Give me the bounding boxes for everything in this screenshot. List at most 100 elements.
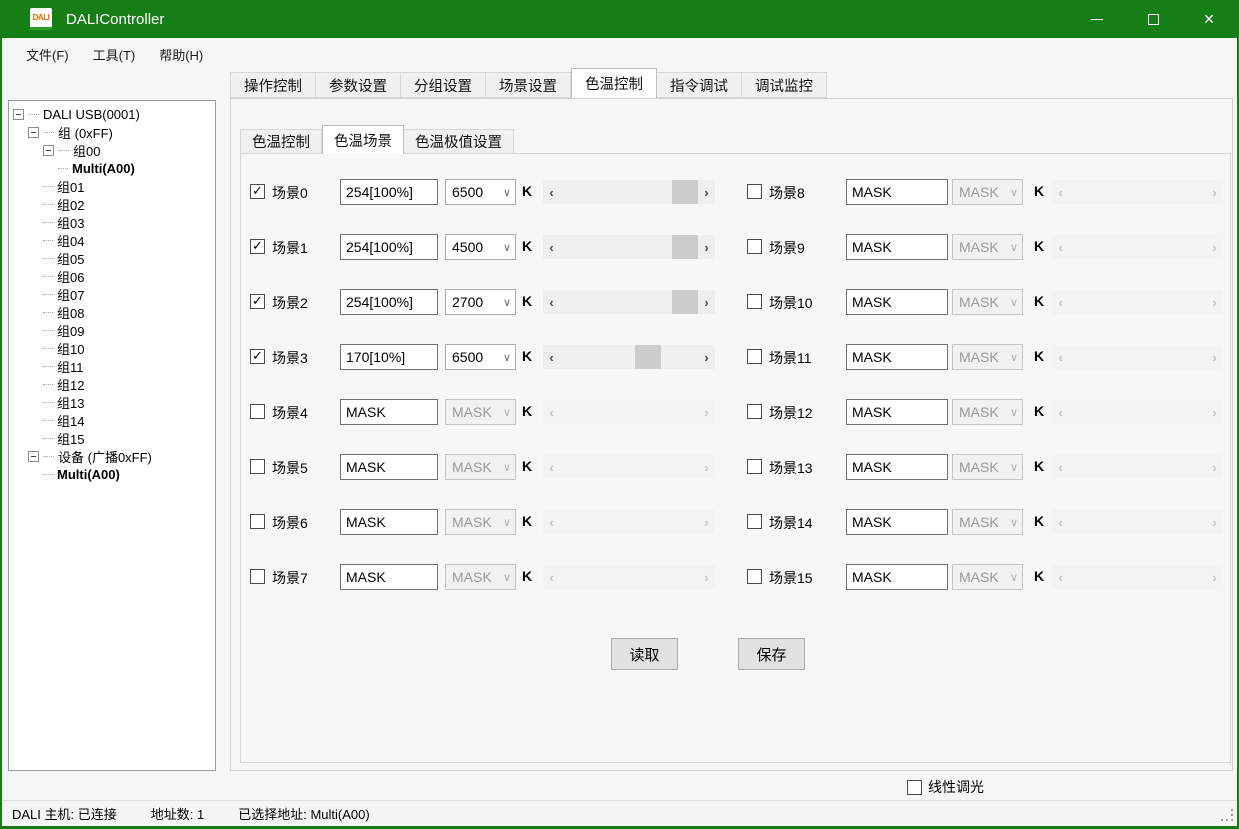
scene-scrollbar[interactable]: ‹ › — [1052, 235, 1223, 259]
read-button[interactable]: 读取 — [611, 638, 678, 670]
save-button[interactable]: 保存 — [738, 638, 805, 670]
scroll-left-icon[interactable]: ‹ — [543, 290, 560, 314]
scene-temp-select[interactable]: 6500 ∨ — [445, 344, 516, 370]
collapse-icon[interactable] — [13, 109, 24, 120]
scene-temp-select[interactable]: MASK ∨ — [952, 234, 1023, 260]
scroll-right-icon[interactable]: › — [1206, 565, 1223, 589]
scroll-left-icon[interactable]: ‹ — [543, 565, 560, 589]
tab-7[interactable]: 调试监控 — [742, 72, 827, 98]
subtab-3[interactable]: 色温极值设置 — [404, 129, 514, 154]
scroll-right-icon[interactable]: › — [698, 235, 715, 259]
scene-temp-select[interactable]: MASK ∨ — [952, 344, 1023, 370]
scene-value-input[interactable] — [340, 289, 438, 315]
scene-temp-select[interactable]: MASK ∨ — [952, 564, 1023, 590]
scene-checkbox[interactable]: ✓ — [747, 349, 762, 364]
scene-temp-select[interactable]: MASK ∨ — [445, 509, 516, 535]
scrollbar-thumb[interactable] — [672, 235, 698, 259]
tree-node[interactable]: 组01 — [9, 177, 215, 195]
scene-scrollbar[interactable]: ‹ › — [1052, 400, 1223, 424]
scene-scrollbar[interactable]: ‹ › — [1052, 565, 1223, 589]
scene-value-input[interactable] — [340, 179, 438, 205]
resize-grip-icon[interactable] — [1221, 809, 1233, 821]
scene-checkbox[interactable]: ✓ — [747, 569, 762, 584]
scroll-right-icon[interactable]: › — [1206, 345, 1223, 369]
scene-temp-select[interactable]: MASK ∨ — [952, 454, 1023, 480]
scroll-left-icon[interactable]: ‹ — [1052, 510, 1069, 534]
tree-node[interactable]: 组08 — [9, 303, 215, 321]
scene-scrollbar[interactable]: ‹ › — [1052, 455, 1223, 479]
scene-checkbox[interactable]: ✓ — [747, 184, 762, 199]
scene-temp-select[interactable]: MASK ∨ — [952, 399, 1023, 425]
tree-node[interactable]: DALI USB(0001) — [9, 105, 215, 123]
scene-value-input[interactable] — [846, 179, 948, 205]
scroll-right-icon[interactable]: › — [698, 345, 715, 369]
scene-scrollbar[interactable]: ‹ › — [543, 235, 715, 259]
scene-scrollbar[interactable]: ‹ › — [1052, 345, 1223, 369]
collapse-icon[interactable] — [28, 451, 39, 462]
scene-value-input[interactable] — [340, 399, 438, 425]
scroll-right-icon[interactable]: › — [698, 180, 715, 204]
scroll-left-icon[interactable]: ‹ — [1052, 345, 1069, 369]
scroll-left-icon[interactable]: ‹ — [543, 345, 560, 369]
scene-checkbox[interactable]: ✓ — [747, 294, 762, 309]
tree-node[interactable]: Multi(A00) — [9, 159, 215, 177]
linear-dimming-option[interactable]: 线性调光 — [907, 777, 984, 797]
tree-node[interactable]: Multi(A00) — [9, 465, 215, 483]
scroll-right-icon[interactable]: › — [1206, 400, 1223, 424]
menu-item[interactable]: 工具(T) — [81, 41, 148, 68]
scroll-left-icon[interactable]: ‹ — [543, 455, 560, 479]
scene-checkbox[interactable]: ✓ — [250, 239, 265, 254]
tab-5[interactable]: 色温控制 — [571, 68, 657, 98]
tab-3[interactable]: 分组设置 — [401, 72, 486, 98]
scene-value-input[interactable] — [846, 454, 948, 480]
scroll-left-icon[interactable]: ‹ — [1052, 235, 1069, 259]
scene-scrollbar[interactable]: ‹ › — [543, 290, 715, 314]
tree-node[interactable]: 组09 — [9, 321, 215, 339]
scene-value-input[interactable] — [846, 234, 948, 260]
scene-value-input[interactable] — [340, 344, 438, 370]
scene-value-input[interactable] — [340, 454, 438, 480]
scene-scrollbar[interactable]: ‹ › — [1052, 510, 1223, 534]
scene-scrollbar[interactable]: ‹ › — [1052, 180, 1223, 204]
scene-scrollbar[interactable]: ‹ › — [543, 510, 715, 534]
tree-node[interactable]: 组13 — [9, 393, 215, 411]
scroll-right-icon[interactable]: › — [1206, 235, 1223, 259]
scroll-left-icon[interactable]: ‹ — [543, 235, 560, 259]
tree-node[interactable]: 组12 — [9, 375, 215, 393]
scroll-left-icon[interactable]: ‹ — [1052, 565, 1069, 589]
tab-6[interactable]: 指令调试 — [657, 72, 742, 98]
subtab-1[interactable]: 色温控制 — [240, 129, 322, 154]
tab-1[interactable]: 操作控制 — [230, 72, 316, 98]
tree-node[interactable]: 组05 — [9, 249, 215, 267]
collapse-icon[interactable] — [28, 127, 39, 138]
scene-value-input[interactable] — [846, 289, 948, 315]
scene-checkbox[interactable]: ✓ — [250, 349, 265, 364]
scene-checkbox[interactable]: ✓ — [747, 459, 762, 474]
minimize-button[interactable] — [1069, 0, 1125, 38]
scene-value-input[interactable] — [846, 344, 948, 370]
collapse-icon[interactable] — [43, 145, 54, 156]
tree-node[interactable]: 组10 — [9, 339, 215, 357]
scene-scrollbar[interactable]: ‹ › — [543, 400, 715, 424]
tree-node[interactable]: 组02 — [9, 195, 215, 213]
scroll-right-icon[interactable]: › — [698, 565, 715, 589]
scroll-right-icon[interactable]: › — [698, 400, 715, 424]
scroll-left-icon[interactable]: ‹ — [1052, 180, 1069, 204]
tree-node[interactable]: 组11 — [9, 357, 215, 375]
scene-temp-select[interactable]: 2700 ∨ — [445, 289, 516, 315]
scene-value-input[interactable] — [340, 234, 438, 260]
scene-temp-select[interactable]: MASK ∨ — [952, 289, 1023, 315]
scrollbar-thumb[interactable] — [672, 290, 698, 314]
scroll-left-icon[interactable]: ‹ — [543, 510, 560, 534]
scrollbar-thumb[interactable] — [635, 345, 661, 369]
scene-checkbox[interactable]: ✓ — [250, 184, 265, 199]
scene-value-input[interactable] — [846, 509, 948, 535]
scene-scrollbar[interactable]: ‹ › — [543, 345, 715, 369]
scroll-left-icon[interactable]: ‹ — [1052, 400, 1069, 424]
scene-scrollbar[interactable]: ‹ › — [1052, 290, 1223, 314]
scene-checkbox[interactable]: ✓ — [747, 239, 762, 254]
tree-node[interactable]: 组14 — [9, 411, 215, 429]
scene-temp-select[interactable]: MASK ∨ — [952, 179, 1023, 205]
scroll-right-icon[interactable]: › — [1206, 290, 1223, 314]
maximize-button[interactable] — [1125, 0, 1181, 38]
